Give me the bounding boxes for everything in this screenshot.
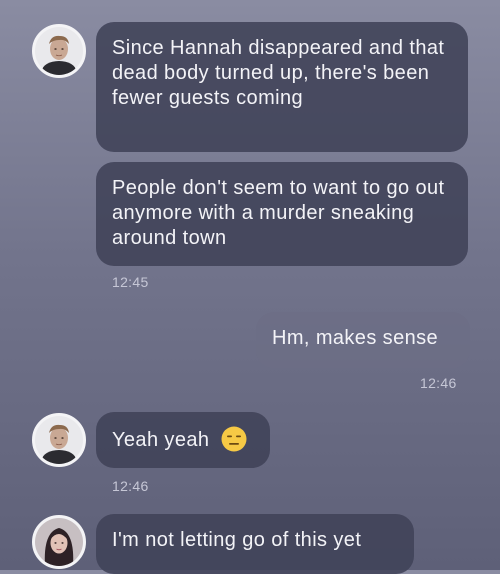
message-text: Hm, makes sense: [272, 327, 439, 349]
message-bubble-incoming[interactable]: I'm not letting go of this yet: [96, 514, 414, 574]
message-timestamp: 12:46: [112, 478, 149, 494]
message-text: Yeah yeah: [112, 429, 210, 451]
message-text: Since Hannah disappeared and that dead b…: [112, 37, 445, 109]
expressionless-face-icon: [221, 426, 247, 452]
contact-avatar-male[interactable]: [32, 413, 86, 467]
contact-avatar-male[interactable]: [32, 24, 86, 78]
message-text: People don't seem to want to go out anym…: [112, 177, 445, 249]
chat-thread[interactable]: Since Hannah disappeared and that dead b…: [0, 0, 500, 574]
message-bubble-incoming[interactable]: Yeah yeah: [96, 412, 270, 468]
message-bubble-incoming[interactable]: People don't seem to want to go out anym…: [96, 162, 468, 266]
message-bubble-incoming[interactable]: Since Hannah disappeared and that dead b…: [96, 22, 468, 152]
contact-avatar-female[interactable]: [32, 515, 86, 569]
message-text: I'm not letting go of this yet: [112, 529, 362, 551]
male-portrait-icon: [35, 416, 83, 464]
message-timestamp: 12:45: [112, 274, 149, 290]
male-portrait-icon: [35, 27, 83, 75]
female-portrait-icon: [35, 518, 83, 566]
message-bubble-outgoing[interactable]: Hm, makes sense: [256, 312, 470, 368]
message-timestamp: 12:46: [420, 375, 457, 391]
